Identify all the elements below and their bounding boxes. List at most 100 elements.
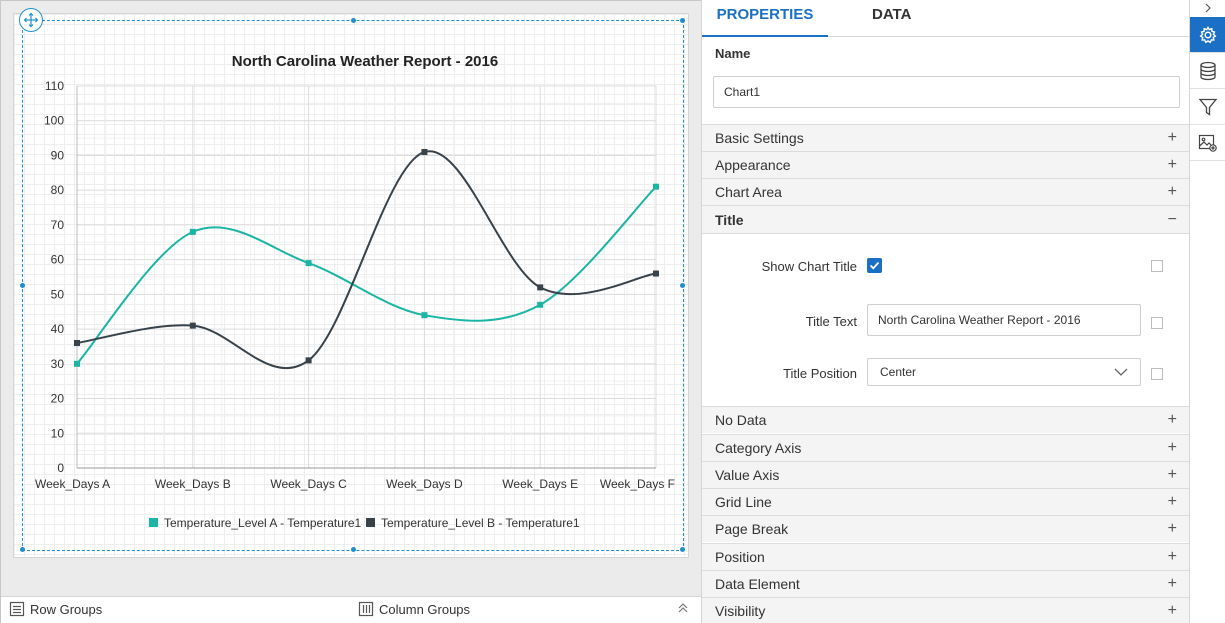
resize-handle-bottom-left[interactable] (20, 547, 25, 552)
expand-plus-icon: + (1167, 602, 1177, 619)
resize-handle-bottom-right[interactable] (680, 547, 685, 552)
y-tick-label: 50 (51, 287, 65, 301)
data-point-marker (421, 148, 428, 155)
expand-plus-icon: + (1167, 183, 1177, 200)
data-point-marker (653, 270, 659, 277)
x-tick-label: Week_Days A (35, 477, 110, 491)
show-title-expression-checkbox[interactable] (1151, 260, 1163, 272)
y-tick-label: 40 (51, 322, 65, 336)
legend-swatch (366, 518, 375, 527)
section-value-axis[interactable]: Value Axis + (702, 461, 1189, 488)
title-position-expression-checkbox[interactable] (1151, 368, 1163, 380)
resize-handle-bottom[interactable] (351, 547, 356, 552)
section-chart-area[interactable]: Chart Area + (702, 178, 1189, 205)
x-tick-label: Week_Days E (502, 477, 578, 491)
expand-plus-icon: + (1167, 156, 1177, 173)
filter-icon[interactable] (1190, 89, 1225, 125)
row-groups-label: Row Groups (30, 601, 103, 617)
section-label: Grid Line (715, 494, 772, 510)
name-label: Name (715, 46, 751, 61)
chart-title: North Carolina Weather Report - 2016 (232, 53, 498, 70)
section-label: Category Axis (715, 440, 802, 456)
section-label: Title (715, 211, 744, 228)
legend-swatch (149, 518, 158, 527)
expand-plus-icon: + (1167, 439, 1177, 456)
title-text-expression-checkbox[interactable] (1151, 317, 1163, 329)
report-designer-surface: 0 10 20 30 40 50 60 70 80 90 100 110 Week_Days A Week… (0, 0, 701, 596)
gear-icon[interactable] (1190, 17, 1225, 53)
chart-selection-box[interactable]: 0 10 20 30 40 50 60 70 80 90 100 110 Week_Days A Week… (20, 18, 685, 552)
resize-handle-right[interactable] (680, 283, 685, 288)
data-point-marker (653, 183, 659, 190)
chart-grid (76, 85, 657, 469)
section-label: Basic Settings (715, 130, 804, 146)
title-text-input[interactable] (867, 304, 1141, 336)
section-label: Chart Area (715, 184, 782, 200)
section-position[interactable]: Position + (702, 543, 1189, 570)
resize-handle-top[interactable] (351, 18, 356, 23)
section-label: Visibility (715, 603, 766, 619)
x-tick-label: Week_Days F (600, 477, 675, 491)
section-label: Page Break (715, 521, 789, 537)
legend-label: Temperature_Level A - Temperature1 (164, 516, 362, 530)
section-appearance[interactable]: Appearance + (702, 151, 1189, 178)
section-data-element[interactable]: Data Element + (702, 570, 1189, 597)
chevron-right-icon[interactable] (1190, 0, 1225, 16)
y-tick-label: 20 (51, 392, 65, 406)
legend-label: Temperature_Level B - Temperature1 (381, 516, 580, 530)
section-no-data[interactable]: No Data + (702, 406, 1189, 433)
y-tick-label: 30 (51, 357, 65, 371)
section-title[interactable]: Title − (702, 205, 1189, 233)
expand-plus-icon: + (1167, 493, 1177, 510)
tab-properties[interactable]: PROPERTIES (702, 0, 828, 37)
database-icon[interactable] (1190, 53, 1225, 89)
expand-plus-icon: + (1167, 575, 1177, 592)
expand-plus-icon: + (1167, 129, 1177, 146)
expand-plus-icon: + (1167, 466, 1177, 483)
title-position-label: Title Position (783, 366, 857, 381)
data-point-marker (74, 339, 80, 346)
collapse-minus-icon: − (1167, 210, 1177, 228)
row-groups-button[interactable]: Row Groups (9, 601, 102, 617)
data-point-marker (189, 228, 196, 235)
y-tick-label: 60 (51, 253, 65, 267)
double-chevron-up-icon[interactable] (677, 601, 689, 618)
panel-tabs: PROPERTIES DATA (702, 0, 1189, 37)
y-tick-label: 10 (51, 426, 65, 440)
checkmark-icon (869, 261, 880, 270)
data-point-marker (421, 312, 428, 319)
show-chart-title-label: Show Chart Title (761, 259, 857, 274)
title-position-dropdown[interactable]: Center (867, 358, 1141, 386)
y-tick-label: 110 (45, 79, 64, 93)
expand-plus-icon: + (1167, 548, 1177, 565)
y-tick-label: 90 (51, 148, 65, 162)
title-position-value: Center (880, 365, 917, 379)
data-point-marker (537, 284, 544, 291)
section-label: Value Axis (715, 467, 780, 483)
section-page-break[interactable]: Page Break + (702, 515, 1189, 542)
expand-plus-icon: + (1167, 411, 1177, 428)
tab-data[interactable]: DATA (872, 0, 911, 37)
section-category-axis[interactable]: Category Axis + (702, 434, 1189, 461)
data-point-marker (305, 260, 312, 267)
section-visibility[interactable]: Visibility + (702, 597, 1189, 623)
column-groups-button[interactable]: Column Groups (358, 601, 470, 617)
y-tick-label: 80 (51, 183, 65, 197)
move-handle-icon[interactable] (19, 8, 43, 32)
resize-handle-top-right[interactable] (680, 18, 685, 23)
image-settings-icon[interactable] (1190, 125, 1225, 161)
resize-handle-left[interactable] (20, 283, 25, 288)
y-tick-label: 100 (44, 114, 64, 128)
report-body[interactable]: 0 10 20 30 40 50 60 70 80 90 100 110 Week_Days A Week… (13, 13, 689, 558)
name-input[interactable] (713, 76, 1180, 108)
data-point-marker (189, 322, 196, 329)
panel-icon-rail (1189, 0, 1225, 623)
section-basic-settings[interactable]: Basic Settings + (702, 124, 1189, 151)
section-grid-line[interactable]: Grid Line + (702, 488, 1189, 515)
x-tick-label: Week_Days B (155, 477, 231, 491)
data-point-marker (305, 357, 312, 364)
grouping-bar: Row Groups Column Groups (0, 596, 701, 623)
row-groups-icon (9, 601, 25, 617)
section-label: Data Element (715, 576, 800, 592)
show-chart-title-checkbox[interactable] (867, 258, 882, 273)
